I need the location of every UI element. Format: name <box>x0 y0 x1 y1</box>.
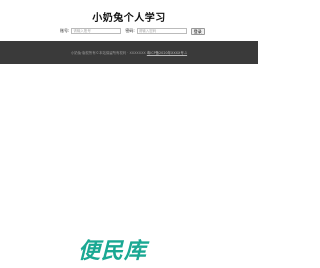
login-button[interactable]: 登录 <box>190 27 205 35</box>
icp-link[interactable]: 粤ICP备2020年XXXX号-1 <box>147 51 187 55</box>
footer-text: 小奶兔·版权所有©本站保留所有权利 · XXXXXXX 粤ICP备2020年XX… <box>71 50 187 55</box>
page-header: 小奶兔个人学习 账号: 密码: 登录 <box>0 0 258 41</box>
account-input[interactable] <box>71 28 122 34</box>
copyright-text: 小奶兔·版权所有©本站保留所有权利 · XXXXXXX <box>70 51 146 55</box>
brand-logo[interactable]: 便民库 <box>78 233 147 265</box>
password-label: 密码: <box>125 28 135 33</box>
footer-band: 小奶兔·版权所有©本站保留所有权利 · XXXXXXX 粤ICP备2020年XX… <box>0 41 258 64</box>
password-input[interactable] <box>136 28 187 34</box>
login-form: 账号: 密码: 登录 <box>60 27 205 35</box>
account-label: 账号: <box>60 28 70 33</box>
page-title: 小奶兔个人学习 <box>92 13 166 24</box>
